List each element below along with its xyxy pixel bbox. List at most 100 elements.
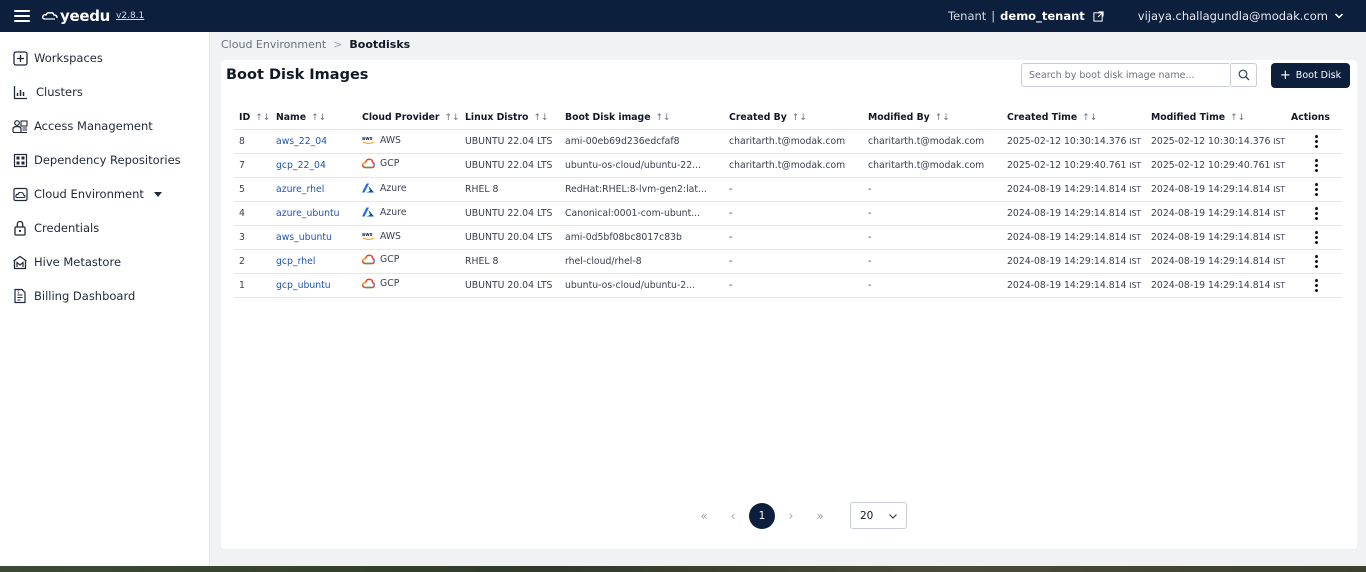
cell-name-link[interactable]: gcp_ubuntu — [271, 273, 357, 298]
first-page-button[interactable]: « — [691, 503, 717, 529]
more-actions-icon[interactable] — [1309, 254, 1323, 268]
sort-icon[interactable]: ↑↓ — [311, 113, 326, 123]
more-actions-icon[interactable] — [1309, 206, 1323, 220]
sidebar-item-label: Cloud Environment — [34, 187, 144, 201]
column-header: Actions — [1286, 106, 1342, 130]
cell-id: 1 — [234, 273, 271, 298]
top-bar: yeedu v2.8.1 Tenant | demo_tenant vijaya… — [0, 0, 1366, 32]
external-link-icon[interactable] — [1093, 10, 1104, 22]
sidebar-item-billing-dashboard[interactable]: $ Billing Dashboard — [0, 279, 209, 313]
sidebar-item-label: Access Management — [34, 119, 153, 133]
sidebar-item-workspaces[interactable]: Workspaces — [0, 41, 209, 75]
cell-image: ubuntu-os-cloud/ubuntu-2... — [560, 273, 724, 298]
more-actions-icon[interactable] — [1309, 182, 1323, 196]
caret-down-icon[interactable] — [153, 191, 162, 197]
more-actions-icon[interactable] — [1309, 230, 1323, 244]
cell-provider: GCP — [357, 153, 460, 178]
sidebar-item-clusters[interactable]: Clusters — [0, 75, 209, 109]
plus-icon: + — [1279, 68, 1291, 83]
menu-icon[interactable] — [14, 10, 30, 22]
provider-label: Azure — [380, 182, 407, 194]
sidebar-item-label: Billing Dashboard — [34, 289, 136, 303]
cell-actions — [1286, 153, 1342, 178]
timezone-label: IST — [1129, 232, 1141, 242]
cell-distro: UBUNTU 22.04 LTS — [460, 129, 560, 154]
timezone-label: IST — [1129, 184, 1141, 194]
cell-image: ami-00eb69d236edcfaf8 — [560, 129, 724, 154]
sort-icon[interactable]: ↑↓ — [1230, 113, 1245, 123]
more-actions-icon[interactable] — [1309, 158, 1323, 172]
repository-icon — [12, 152, 28, 168]
column-header[interactable]: ID ↑↓ — [234, 106, 271, 130]
sidebar-item-label: Workspaces — [34, 51, 103, 65]
provider-label: GCP — [380, 278, 400, 290]
timezone-label: IST — [1273, 184, 1285, 194]
sort-icon[interactable]: ↑↓ — [935, 113, 950, 123]
cell-distro: UBUNTU 22.04 LTS — [460, 201, 560, 226]
table-row: 1 gcp_ubuntu GCP UBUNTU 20.04 LTS ubuntu-os-… — [234, 273, 1342, 298]
tenant-name[interactable]: demo_tenant — [1000, 9, 1085, 23]
more-actions-icon[interactable] — [1309, 278, 1323, 292]
chevron-down-icon[interactable] — [1334, 11, 1344, 21]
table-row: 5 azure_rhel Azure RHEL 8 RedHat:RHEL:8-lvm-… — [234, 177, 1342, 202]
column-header[interactable]: Cloud Provider ↑↓ — [357, 106, 460, 130]
sidebar-item-hive-metastore[interactable]: Hive Metastore — [0, 245, 209, 279]
cell-modified-time: 2024-08-19 14:29:14.814 IST — [1146, 225, 1286, 250]
page-1-button[interactable]: 1 — [749, 502, 775, 529]
breadcrumb-parent[interactable]: Cloud Environment — [221, 38, 326, 51]
aws-logo-icon: aws — [362, 230, 375, 242]
column-header[interactable]: Linux Distro ↑↓ — [460, 106, 560, 130]
cell-modified-by: - — [863, 177, 1002, 202]
cell-name-link[interactable]: aws_22_04 — [271, 129, 357, 154]
cell-name-link[interactable]: azure_rhel — [271, 177, 357, 202]
cell-name-link[interactable]: aws_ubuntu — [271, 225, 357, 250]
cell-name-link[interactable]: azure_ubuntu — [271, 201, 357, 226]
cell-created-time: 2024-08-19 14:29:14.814 IST — [1002, 273, 1146, 298]
cell-created-time: 2024-08-19 14:29:14.814 IST — [1002, 225, 1146, 250]
column-header[interactable]: Created Time ↑↓ — [1002, 106, 1146, 130]
search-button[interactable] — [1231, 63, 1257, 87]
cell-image: ami-0d5bf08bc8017c83b — [560, 225, 724, 250]
created-time-value: 2025-02-12 10:30:14.376 — [1007, 135, 1127, 147]
more-actions-icon[interactable] — [1309, 134, 1323, 148]
user-email[interactable]: vijaya.challagundla@modak.com — [1138, 9, 1328, 23]
search-input[interactable] — [1021, 63, 1231, 87]
aws-logo-icon: aws — [362, 134, 375, 146]
created-time-value: 2024-08-19 14:29:14.814 — [1007, 255, 1127, 267]
cell-name-link[interactable]: gcp_rhel — [271, 249, 357, 274]
version-link[interactable]: v2.8.1 — [116, 11, 144, 21]
column-header[interactable]: Modified By ↑↓ — [863, 106, 1002, 130]
sort-icon[interactable]: ↑↓ — [656, 113, 671, 123]
page-size-select[interactable]: 20 — [850, 502, 907, 529]
sidebar-item-cloud-environment[interactable]: Cloud Environment — [0, 177, 209, 211]
cloud-logo-icon — [42, 12, 58, 20]
sidebar-item-dependency-repositories[interactable]: Dependency Repositories — [0, 143, 209, 177]
sort-icon[interactable]: ↑↓ — [445, 113, 460, 123]
add-boot-disk-button[interactable]: + Boot Disk — [1271, 63, 1350, 88]
created-time-value: 2024-08-19 14:29:14.814 — [1007, 279, 1127, 291]
sidebar-item-access-management[interactable]: Access Management — [0, 109, 209, 143]
plus-square-icon — [12, 50, 28, 66]
table-row: 4 azure_ubuntu Azure UBUNTU 22.04 LTS Canoni… — [234, 201, 1342, 226]
cell-provider: GCP — [357, 249, 460, 274]
prev-page-button[interactable]: ‹ — [720, 503, 746, 529]
azure-logo-icon — [362, 206, 375, 218]
column-header[interactable]: Name ↑↓ — [271, 106, 357, 130]
next-page-button[interactable]: › — [778, 503, 804, 529]
table-row: 3 aws_ubuntu aws AWS UBUNTU 20.04 LTS ami-0d5… — [234, 225, 1342, 250]
column-header[interactable]: Modified Time ↑↓ — [1146, 106, 1286, 130]
cell-modified-by: - — [863, 273, 1002, 298]
cell-name-link[interactable]: gcp_22_04 — [271, 153, 357, 178]
sort-icon[interactable]: ↑↓ — [255, 113, 270, 123]
sort-icon[interactable]: ↑↓ — [792, 113, 807, 123]
column-header[interactable]: Boot Disk image ↑↓ — [560, 106, 724, 130]
column-header[interactable]: Created By ↑↓ — [724, 106, 863, 130]
logo[interactable]: yeedu — [42, 7, 110, 25]
sidebar-item-credentials[interactable]: Credentials — [0, 211, 209, 245]
sort-icon[interactable]: ↑↓ — [533, 113, 548, 123]
cell-distro: UBUNTU 22.04 LTS — [460, 153, 560, 178]
timezone-label: IST — [1129, 136, 1141, 146]
last-page-button[interactable]: » — [807, 503, 833, 529]
cell-id: 7 — [234, 153, 271, 178]
sort-icon[interactable]: ↑↓ — [1082, 113, 1097, 123]
